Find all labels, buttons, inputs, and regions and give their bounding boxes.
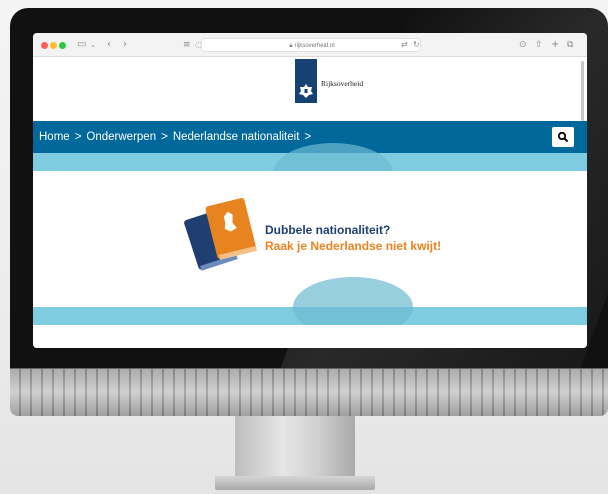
tabs-icon[interactable]: ⧉ (567, 38, 573, 52)
sidebar-icon[interactable]: ▭ (77, 38, 86, 52)
crest-icon (299, 84, 313, 98)
breadcrumb: Home > Onderwerpen > Nederlandse nationalite… (39, 121, 316, 153)
logo-emblem-box (295, 59, 317, 103)
passport-books-icon (184, 197, 257, 271)
download-icon[interactable]: ⊙ (519, 38, 527, 52)
breadcrumb-separator: > (304, 131, 312, 143)
breadcrumb-onderwerpen[interactable]: Onderwerpen (86, 131, 156, 143)
monitor-stand-base (215, 476, 375, 490)
share-icon[interactable]: ⇧ (535, 38, 543, 52)
banner-title: Dubbele nationaliteit? (265, 223, 391, 237)
page-content (33, 325, 587, 348)
monitor-stand (235, 416, 355, 478)
minimize-window-button[interactable] (50, 42, 57, 49)
breadcrumb-separator: > (74, 131, 82, 143)
breadcrumb-nederlandse-nationaliteit[interactable]: Nederlandse nationaliteit (173, 131, 300, 143)
decorative-band-bottom (33, 277, 587, 337)
decorative-band-top (33, 143, 587, 203)
translate-icon[interactable]: ⇄ (401, 38, 408, 52)
address-text-container: 🔒︎ rijksoverheid.nl (202, 39, 422, 53)
reload-icon[interactable]: ↻ (413, 38, 420, 52)
breadcrumb-separator: > (161, 131, 168, 143)
search-button[interactable] (552, 127, 574, 147)
zoom-window-button[interactable] (59, 42, 66, 49)
reader-icon[interactable]: ≡ (183, 38, 191, 52)
lock-icon: 🔒︎ (289, 43, 293, 49)
address-bar[interactable]: 🔒︎ rijksoverheid.nl (201, 38, 421, 52)
back-icon[interactable]: ‹ (107, 38, 111, 52)
banner-subtitle: Raak je Nederlandse niet kwijt! (265, 239, 442, 253)
page-scrollbar[interactable] (581, 61, 584, 121)
site-logo[interactable]: Rijksoverheid (295, 57, 395, 113)
logo-text: Rijksoverheid (321, 79, 364, 88)
browser-toolbar: ▭ ⌄ ‹ › ≡ ◌ 🔒︎ rijksoverheid.nl ⇄ ↻ ⊙ ⇧ +… (33, 33, 587, 57)
close-window-button[interactable] (41, 42, 48, 49)
browser-window: ▭ ⌄ ‹ › ≡ ◌ 🔒︎ rijksoverheid.nl ⇄ ↻ ⊙ ⇧ +… (33, 33, 587, 348)
chevron-down-icon[interactable]: ⌄ (90, 38, 96, 52)
forward-icon[interactable]: › (123, 38, 127, 52)
search-icon (557, 131, 569, 143)
breadcrumb-home[interactable]: Home (39, 131, 70, 143)
new-tab-icon[interactable]: + (551, 38, 559, 52)
url-text: rijksoverheid.nl (294, 43, 335, 49)
monitor-chin-shade (10, 368, 608, 416)
